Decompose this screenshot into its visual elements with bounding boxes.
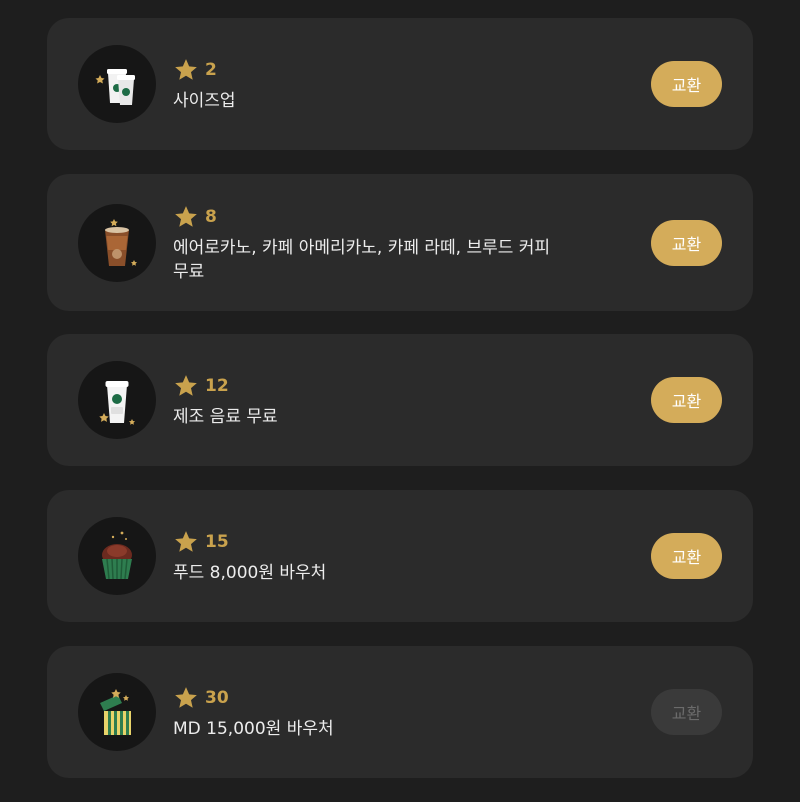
exchange-button-disabled: 교환: [651, 689, 722, 735]
reward-title: MD 15,000원 바우처: [173, 719, 334, 739]
reward-info: 12 제조 음료 무료: [173, 334, 585, 466]
reward-card: 12 제조 음료 무료 교환: [47, 334, 753, 466]
reward-title: 제조 음료 무료: [173, 407, 278, 427]
reward-title: 사이즈업: [173, 91, 236, 111]
star-count: 30: [205, 688, 229, 708]
reward-info: 30 MD 15,000원 바우처: [173, 646, 585, 778]
star-cost: 12: [173, 371, 585, 401]
reward-info: 15 푸드 8,000원 바우처: [173, 490, 585, 622]
reward-card: 2 사이즈업 교환: [47, 18, 753, 150]
reward-list: 2 사이즈업 교환 8 에어로카노, 카페 아메리카노, 카페 라떼, 브루드 …: [0, 0, 800, 802]
drink-cup-icon: [78, 361, 156, 439]
star-count: 12: [205, 376, 229, 396]
star-icon: [175, 205, 197, 227]
star-icon: [175, 531, 197, 552]
iced-coffee-icon: [78, 203, 156, 282]
reward-card: 8 에어로카노, 카페 아메리카노, 카페 라떼, 브루드 커피 무료 교환: [47, 174, 753, 311]
star-count: 15: [205, 532, 229, 552]
star-count: 2: [205, 60, 217, 80]
star-icon: [175, 687, 197, 708]
reward-title: 에어로카노, 카페 아메리카노, 카페 라떼, 브루드 커피 무료: [173, 237, 551, 282]
star-icon: [175, 59, 197, 80]
exchange-button[interactable]: 교환: [651, 377, 722, 423]
exchange-button[interactable]: 교환: [651, 61, 722, 107]
reward-info: 8 에어로카노, 카페 아메리카노, 카페 라떼, 브루드 커피 무료: [173, 174, 585, 311]
exchange-button[interactable]: 교환: [651, 533, 722, 579]
star-icon: [175, 375, 197, 396]
reward-info: 2 사이즈업: [173, 18, 585, 150]
reward-card: 30 MD 15,000원 바우처 교환: [47, 646, 753, 778]
star-cost: 8: [173, 202, 585, 232]
gift-box-icon: [78, 673, 156, 751]
size-up-cups-icon: [78, 45, 156, 123]
star-cost: 30: [173, 683, 585, 713]
star-cost: 2: [173, 55, 585, 85]
reward-card: 15 푸드 8,000원 바우처 교환: [47, 490, 753, 622]
exchange-button[interactable]: 교환: [651, 219, 722, 266]
cupcake-icon: [78, 517, 156, 595]
star-count: 8: [205, 206, 217, 227]
reward-title: 푸드 8,000원 바우처: [173, 563, 327, 583]
star-cost: 15: [173, 527, 585, 557]
